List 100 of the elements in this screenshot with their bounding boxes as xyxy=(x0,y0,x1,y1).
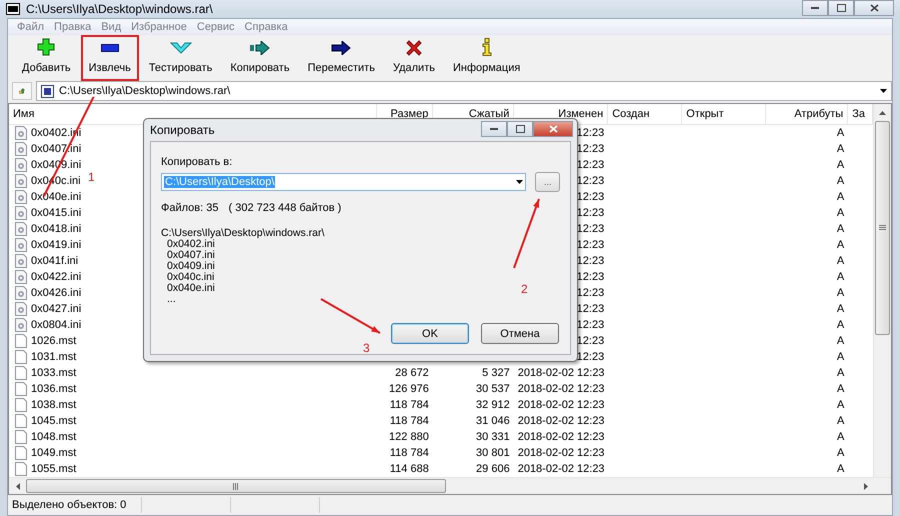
browse-button[interactable]: ... xyxy=(535,172,560,192)
app-icon xyxy=(6,3,20,15)
table-cell-text: 12:23 xyxy=(576,302,604,317)
table-cell-text: 12:23 xyxy=(576,270,604,285)
toolbar-button[interactable]: Копировать xyxy=(222,35,298,81)
file-name: 0x0427.ini xyxy=(31,302,82,317)
file-name: 0x0804.ini xyxy=(31,318,82,333)
annotation-number: 3 xyxy=(363,341,370,355)
menu-item[interactable]: Справка xyxy=(240,21,293,33)
bytes-total: ( 302 723 448 байтов ) xyxy=(228,202,342,214)
table-cell-text: 2018-02-02 12:23 xyxy=(518,382,605,397)
files-count: Файлов: 35 xyxy=(161,202,218,214)
menu-item[interactable]: Правка xyxy=(49,21,96,33)
table-cell-text: A xyxy=(836,398,844,413)
table-cell-text: 2018-02-02 12:23 xyxy=(518,366,605,381)
file-name: 1026.mst xyxy=(31,334,76,349)
toolbar-button[interactable]: Тестировать xyxy=(140,35,220,81)
file-name: 0x040e.ini xyxy=(31,190,82,205)
toolbar-button[interactable]: Извлечь xyxy=(80,35,139,81)
arrow-icon xyxy=(331,40,352,54)
annotation-arrow xyxy=(320,298,380,334)
table-cell-text: A xyxy=(836,254,844,269)
file-name: 0x0422.ini xyxy=(31,270,82,285)
settings-file-icon xyxy=(15,126,27,140)
table-cell-text: 30 801 xyxy=(476,446,510,461)
chevron-icon xyxy=(170,42,192,54)
archive-icon xyxy=(41,84,54,98)
table-cell-text: 118 784 xyxy=(390,398,429,413)
table-cell-text: A xyxy=(836,302,844,317)
minimize-icon xyxy=(811,6,819,10)
dialog-title: Копировать xyxy=(150,123,215,137)
double-arrow-icon xyxy=(250,40,270,54)
file-name: 0x041f.ini xyxy=(31,254,78,269)
toolbar-button[interactable]: Информация xyxy=(444,35,528,81)
table-cell-text: A xyxy=(836,430,844,445)
table-cell-text: A xyxy=(836,270,844,285)
table-cell-text: 2018-02-02 12:23 xyxy=(518,462,605,477)
table-cell-text: A xyxy=(836,190,844,205)
table-cell-text: 118 784 xyxy=(390,414,429,429)
table-cell-text: A xyxy=(836,446,844,461)
table-cell-text: A xyxy=(836,462,844,477)
table-cell-text: A xyxy=(836,126,844,141)
file-name: 1033.mst xyxy=(31,366,76,381)
file-name: 1048.mst xyxy=(31,430,76,445)
menu-item[interactable]: Файл xyxy=(12,21,50,33)
table-cell-text: 12:23 xyxy=(576,158,604,173)
table-cell-text: 2018-02-02 12:23 xyxy=(518,446,605,461)
address-field[interactable]: C:\Users\Ilya\Desktop\windows.rar\ xyxy=(36,81,892,101)
minimize-button[interactable] xyxy=(481,121,507,137)
scrollbar-thumb[interactable] xyxy=(26,479,446,493)
toolbar-button[interactable]: Переместить xyxy=(300,35,383,81)
table-cell-text: 118 784 xyxy=(390,446,429,461)
menu-item[interactable]: Избранное xyxy=(126,21,192,33)
table-cell-text: A xyxy=(836,238,844,253)
table-cell-text: 12:23 xyxy=(576,238,604,253)
table-cell-text: 114 688 xyxy=(390,462,429,477)
settings-file-icon xyxy=(15,318,27,332)
table-cell-text: A xyxy=(836,350,844,365)
annotation-number: 1 xyxy=(88,170,95,184)
listing-line: 0x0409.ini xyxy=(166,261,215,272)
listing-line: 0x0407.ini xyxy=(166,250,215,261)
listing-line: 0x0402.ini xyxy=(167,239,215,250)
window-title: C:\Users\Ilya\Desktop\windows.rar\ xyxy=(26,2,213,16)
table-cell-text: 12:23 xyxy=(576,286,604,301)
table-cell-text: 12:23 xyxy=(576,206,604,221)
toolbar-button[interactable]: Добавить xyxy=(14,35,79,81)
table-cell-text: A xyxy=(836,206,844,221)
scrollbar-thumb[interactable] xyxy=(875,121,890,335)
table-cell-text: A xyxy=(836,286,844,301)
up-folder-button[interactable] xyxy=(12,82,32,100)
table-cell-text: A xyxy=(836,414,844,429)
file-name: 0x0418.ini xyxy=(31,222,82,237)
listing-line: C:\Users\Ilya\Desktop\windows.rar\ xyxy=(161,228,324,239)
close-button[interactable] xyxy=(854,0,894,16)
minimize-button[interactable] xyxy=(802,0,828,16)
file-icon xyxy=(15,414,27,428)
maximize-button[interactable] xyxy=(828,0,854,16)
table-cell-text: 12:23 xyxy=(576,142,604,157)
dialog-button[interactable]: OK xyxy=(391,323,469,344)
table-cell-text: 12:23 xyxy=(576,334,604,349)
settings-file-icon xyxy=(15,206,27,220)
table-cell-text: A xyxy=(836,158,844,173)
file-icon xyxy=(15,462,27,476)
minus-icon xyxy=(100,44,119,52)
table-cell-text: 12:23 xyxy=(576,222,604,237)
table-cell-text: A xyxy=(836,142,844,157)
file-icon xyxy=(15,382,27,396)
table-cell-text: 12:23 xyxy=(576,254,604,269)
menu-item[interactable]: Сервис xyxy=(192,21,240,33)
maximize-button[interactable] xyxy=(507,121,533,137)
menu-item[interactable]: Вид xyxy=(96,21,126,33)
table-cell-text: 122 880 xyxy=(389,430,429,445)
close-button[interactable] xyxy=(533,121,573,137)
table-cell-text: 12:23 xyxy=(576,190,604,205)
settings-file-icon xyxy=(15,270,27,284)
toolbar-button[interactable]: Удалить xyxy=(384,35,443,81)
file-name: 1036.mst xyxy=(31,382,76,397)
settings-file-icon xyxy=(15,158,27,172)
file-icon xyxy=(15,366,27,380)
dialog-button[interactable]: Отмена xyxy=(481,323,559,344)
